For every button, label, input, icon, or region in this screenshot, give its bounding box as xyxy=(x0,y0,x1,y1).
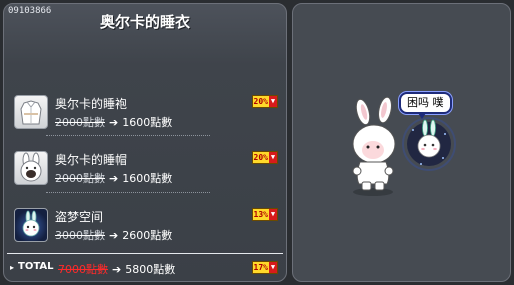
package-item[interactable]: 奥尔卡的睡袍 2000點數 ➔ 1600點數 20% ▼ xyxy=(10,84,280,140)
item-name: 盗梦空间 xyxy=(55,210,104,224)
discount-badge: 13% ▼ xyxy=(251,208,278,221)
pet-speech-bubble: 困吗 噗 xyxy=(399,92,452,114)
down-arrow-icon: ▼ xyxy=(269,152,277,163)
pajama-robe-icon xyxy=(14,95,48,129)
down-arrow-icon: ▼ xyxy=(269,209,277,220)
discount-percent: 20% xyxy=(252,96,269,107)
total-row: ▸ TOTAL 7000點數 ➔ 5800點數 17% ▼ xyxy=(10,261,280,277)
discount-percent: 17% xyxy=(252,262,269,273)
speech-bubble-tail xyxy=(418,113,426,119)
total-discount-badge: 17% ▼ xyxy=(251,261,278,274)
sale-price: 1600點數 xyxy=(122,172,173,185)
character-preview-panel: 困吗 噗 xyxy=(292,3,511,282)
item-name: 奥尔卡的睡帽 xyxy=(55,153,128,167)
original-price: 2000點數 xyxy=(55,172,105,185)
total-label: TOTAL xyxy=(18,261,54,272)
original-price: 3000點數 xyxy=(55,229,105,242)
discount-badge: 20% ▼ xyxy=(251,95,278,108)
total-separator xyxy=(7,253,283,254)
total-sale-price: 5800點數 xyxy=(125,263,176,276)
item-price: 2000點數 ➔ 1600點數 xyxy=(55,114,172,130)
down-arrow-icon: ▼ xyxy=(269,262,277,273)
pajama-hat-icon xyxy=(14,151,48,185)
item-price: 2000點數 ➔ 1600點數 xyxy=(55,170,172,186)
caret-right-icon: ▸ xyxy=(10,263,15,272)
pet-sprite xyxy=(402,117,456,171)
package-item[interactable]: 奥尔卡的睡帽 2000點數 ➔ 1600點數 20% ▼ xyxy=(10,140,280,196)
package-item[interactable]: 盗梦空间 3000點數 ➔ 2600點數 13% ▼ xyxy=(10,197,280,253)
character-sprite xyxy=(352,96,396,196)
discount-badge: 20% ▼ xyxy=(251,151,278,164)
package-title: 奥尔卡的睡衣 xyxy=(99,13,190,31)
arrow-right-icon: ➔ xyxy=(112,263,122,276)
arrow-right-icon: ➔ xyxy=(109,116,119,129)
discount-percent: 13% xyxy=(252,209,269,220)
down-arrow-icon: ▼ xyxy=(269,96,277,107)
item-divider xyxy=(46,135,210,136)
item-price: 3000點數 ➔ 2600點數 xyxy=(55,227,172,243)
sale-price: 2600點數 xyxy=(122,229,173,242)
item-divider xyxy=(46,192,210,193)
total-original-price: 7000點數 xyxy=(58,263,108,276)
item-name: 奥尔卡的睡袍 xyxy=(55,97,128,111)
arrow-right-icon: ➔ xyxy=(109,229,119,242)
discount-percent: 20% xyxy=(252,152,269,163)
sale-price: 1600點數 xyxy=(122,116,173,129)
arrow-right-icon: ➔ xyxy=(109,172,119,185)
dream-pet-icon xyxy=(14,208,48,242)
total-price: 7000點數 ➔ 5800點數 xyxy=(58,261,175,277)
original-price: 2000點數 xyxy=(55,116,105,129)
character-preview xyxy=(352,96,456,196)
package-details-panel: 09103866 奥尔卡的睡衣 奥尔卡的睡袍 2000點數 ➔ 1600點數 20%… xyxy=(3,3,287,282)
